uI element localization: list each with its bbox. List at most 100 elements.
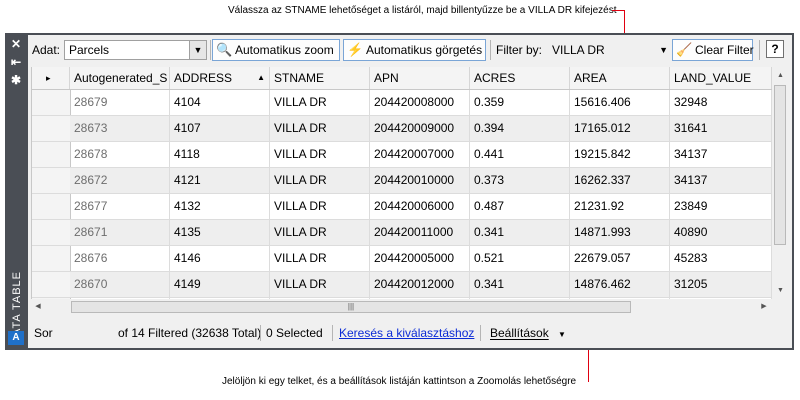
chevron-down-icon[interactable]: ▼	[189, 41, 206, 59]
table-row[interactable]: 28671 4135 VILLA DR 204420011000 0.341 14871.…	[32, 220, 772, 246]
search-selection-link[interactable]: Keresés a kiválasztáshoz	[339, 326, 474, 340]
table-cell[interactable]: 4149	[170, 272, 270, 297]
table-cell[interactable]: 0.441	[470, 142, 570, 167]
row-header[interactable]	[32, 220, 71, 245]
table-cell[interactable]: 34137	[670, 142, 772, 167]
autohide-icon[interactable]: ⇤	[8, 55, 24, 69]
table-cell[interactable]: 28672	[70, 168, 170, 193]
table-cell[interactable]: 28679	[70, 90, 170, 115]
table-cell[interactable]: 31641	[670, 116, 772, 141]
table-cell[interactable]: 204420004000	[370, 298, 470, 299]
scroll-down-icon[interactable]: ▼	[772, 282, 789, 299]
table-cell[interactable]: 4107	[170, 116, 270, 141]
table-cell[interactable]: 32948	[670, 90, 772, 115]
table-cell[interactable]: 28673	[70, 116, 170, 141]
properties-icon[interactable]: ✱	[8, 73, 24, 87]
table-cell[interactable]: VILLA DR	[270, 298, 370, 299]
filter-select[interactable]: VILLA DR ▼	[548, 40, 670, 60]
chevron-down-icon[interactable]: ▼	[659, 40, 668, 60]
table-row[interactable]: 28677 4132 VILLA DR 204420006000 0.487 21231.…	[32, 194, 772, 220]
table-cell[interactable]: VILLA DR	[270, 220, 370, 245]
table-cell[interactable]: 0.521	[470, 246, 570, 271]
settings-menu[interactable]: Beállítások ▼	[490, 326, 566, 340]
vertical-scrollbar[interactable]: ▲ ▼	[772, 67, 789, 299]
column-header[interactable]: Autogenerated_S	[70, 67, 170, 89]
table-cell[interactable]: 204420008000	[370, 90, 470, 115]
table-cell[interactable]: 23849	[670, 194, 772, 219]
scroll-right-icon[interactable]: ▶	[757, 300, 771, 314]
table-cell[interactable]: 28670	[70, 272, 170, 297]
scroll-left-icon[interactable]: ◀	[31, 300, 45, 314]
table-cell[interactable]: VILLA DR	[270, 116, 370, 141]
table-cell[interactable]: 0.373	[470, 168, 570, 193]
table-cell[interactable]: 34137	[670, 168, 772, 193]
table-cell[interactable]: 0.487	[470, 194, 570, 219]
table-cell[interactable]: 28678	[70, 142, 170, 167]
auto-scroll-button[interactable]: ⚡ Automatikus görgetés	[343, 39, 486, 61]
table-cell[interactable]: VILLA DR	[270, 90, 370, 115]
row-header[interactable]	[32, 194, 71, 219]
column-header[interactable]: APN	[370, 67, 470, 89]
table-cell[interactable]: 4160	[170, 298, 270, 299]
table-row[interactable]: 28673 4107 VILLA DR 204420009000 0.394 17165.…	[32, 116, 772, 142]
table-cell[interactable]: 15616.406	[570, 90, 670, 115]
table-cell[interactable]: 0.496	[470, 298, 570, 299]
select-all-cell[interactable]: ▸	[32, 67, 70, 89]
table-cell[interactable]: 40890	[670, 220, 772, 245]
row-header[interactable]	[32, 298, 71, 299]
table-cell[interactable]: 204420009000	[370, 116, 470, 141]
close-icon[interactable]: ✕	[8, 37, 24, 51]
table-row[interactable]: 28679 4104 VILLA DR 204420008000 0.359 15616.…	[32, 90, 772, 116]
table-cell[interactable]: 21231.92	[570, 194, 670, 219]
table-cell[interactable]: 204420007000	[370, 142, 470, 167]
table-cell[interactable]: VILLA DR	[270, 194, 370, 219]
table-cell[interactable]: 19215.842	[570, 142, 670, 167]
table-cell[interactable]: 0.341	[470, 272, 570, 297]
column-header[interactable]: AREA	[570, 67, 670, 89]
table-cell[interactable]: 4104	[170, 90, 270, 115]
table-cell[interactable]: 30600	[670, 298, 772, 299]
vertical-scroll-thumb[interactable]	[774, 85, 786, 245]
table-cell[interactable]: VILLA DR	[270, 246, 370, 271]
table-cell[interactable]: 17165.012	[570, 116, 670, 141]
table-cell[interactable]: VILLA DR	[270, 272, 370, 297]
column-header[interactable]: ACRES	[470, 67, 570, 89]
horizontal-scroll-thumb[interactable]: |||	[71, 301, 631, 313]
table-row[interactable]: 28672 4121 VILLA DR 204420010000 0.373 16262.…	[32, 168, 772, 194]
table-cell[interactable]: 14871.993	[570, 220, 670, 245]
table-row[interactable]: 28676 4146 VILLA DR 204420005000 0.521 22679.…	[32, 246, 772, 272]
row-header[interactable]	[32, 116, 71, 141]
table-row[interactable]: 28678 4118 VILLA DR 204420007000 0.441 19215.…	[32, 142, 772, 168]
table-cell[interactable]: 4132	[170, 194, 270, 219]
table-cell[interactable]: 21616.199	[570, 298, 670, 299]
table-cell[interactable]: 0.359	[470, 90, 570, 115]
table-cell[interactable]: 28675	[70, 298, 170, 299]
row-header[interactable]	[32, 246, 71, 271]
help-button[interactable]: ?	[766, 40, 784, 58]
table-cell[interactable]: 4135	[170, 220, 270, 245]
table-cell[interactable]: 204420006000	[370, 194, 470, 219]
row-header[interactable]	[32, 90, 71, 115]
column-header[interactable]: LAND_VALUE	[670, 67, 772, 89]
row-header[interactable]	[32, 272, 71, 297]
table-cell[interactable]: 16262.337	[570, 168, 670, 193]
table-row[interactable]: 286754160VILLA DR2044200040000.49621616.…	[32, 298, 772, 299]
row-header[interactable]	[32, 168, 71, 193]
auto-zoom-button[interactable]: 🔍 Automatikus zoom	[212, 39, 340, 61]
table-cell[interactable]: 0.341	[470, 220, 570, 245]
table-cell[interactable]: VILLA DR	[270, 168, 370, 193]
table-cell[interactable]: 204420010000	[370, 168, 470, 193]
table-cell[interactable]: 204420012000	[370, 272, 470, 297]
table-cell[interactable]: 204420011000	[370, 220, 470, 245]
clear-filter-button[interactable]: 🧹 Clear Filter	[672, 39, 754, 61]
table-cell[interactable]: 14876.462	[570, 272, 670, 297]
column-header-address[interactable]: ADDRESS ▲	[170, 67, 270, 89]
table-cell[interactable]: 4146	[170, 246, 270, 271]
table-cell[interactable]: 45283	[670, 246, 772, 271]
table-cell[interactable]: 0.394	[470, 116, 570, 141]
table-cell[interactable]: VILLA DR	[270, 142, 370, 167]
table-cell[interactable]: 22679.057	[570, 246, 670, 271]
table-cell[interactable]: 4118	[170, 142, 270, 167]
horizontal-scrollbar[interactable]: ◀ ||| ▶	[31, 300, 771, 314]
table-cell[interactable]: 204420005000	[370, 246, 470, 271]
